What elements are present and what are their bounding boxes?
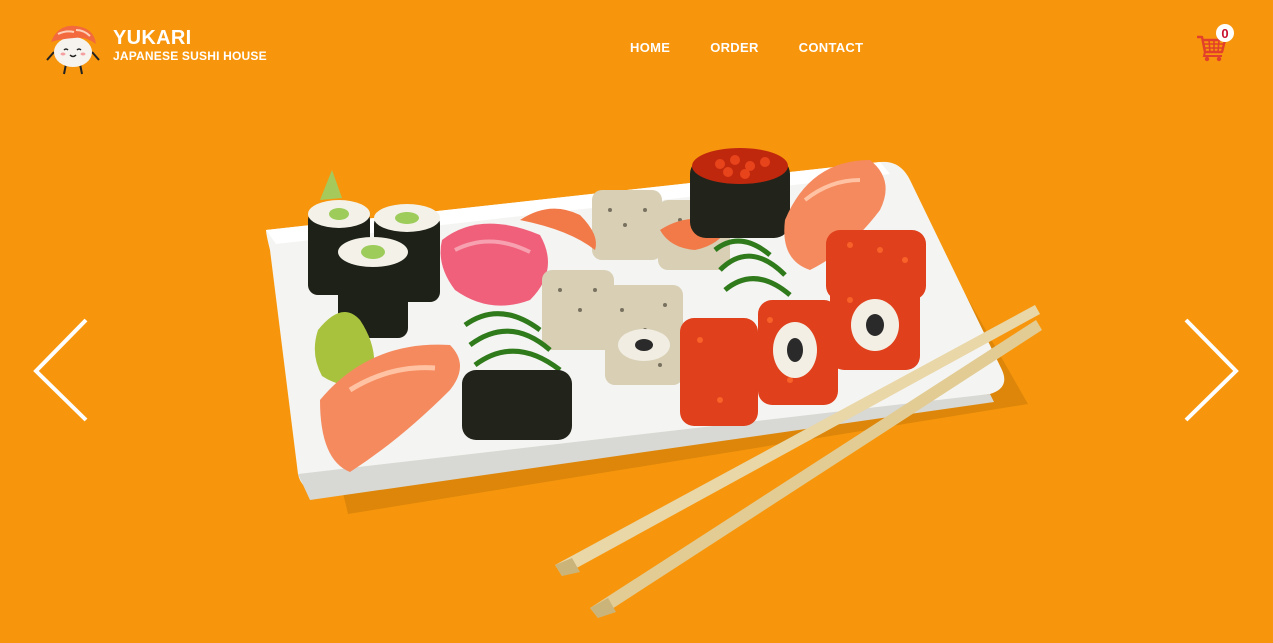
brand-logo-link[interactable]: YUKARI JAPANESE SUSHI HOUSE	[44, 20, 267, 76]
brand-subtitle: JAPANESE SUSHI HOUSE	[113, 49, 267, 63]
brand-text: YUKARI JAPANESE SUSHI HOUSE	[113, 27, 267, 63]
main-nav: HOME ORDER CONTACT	[630, 40, 863, 55]
cart-button[interactable]: 0	[1196, 24, 1240, 64]
cart-count-badge: 0	[1216, 24, 1234, 42]
nav-home-link[interactable]: HOME	[630, 40, 670, 55]
slider-prev-button[interactable]	[30, 316, 90, 426]
hero-sushi-image	[266, 148, 1042, 618]
slider-next-button[interactable]	[1182, 316, 1242, 426]
chevron-right-icon	[1184, 318, 1239, 422]
page: YUKARI JAPANESE SUSHI HOUSE HOME ORDER C…	[0, 0, 1273, 643]
brand-name: YUKARI	[113, 27, 192, 49]
nav-order-link[interactable]: ORDER	[710, 40, 758, 55]
sushi-mascot-icon	[46, 25, 100, 75]
site-header: YUKARI JAPANESE SUSHI HOUSE HOME ORDER C…	[0, 0, 1273, 96]
nav-contact-link[interactable]: CONTACT	[799, 40, 864, 55]
chevron-left-icon	[33, 318, 88, 422]
